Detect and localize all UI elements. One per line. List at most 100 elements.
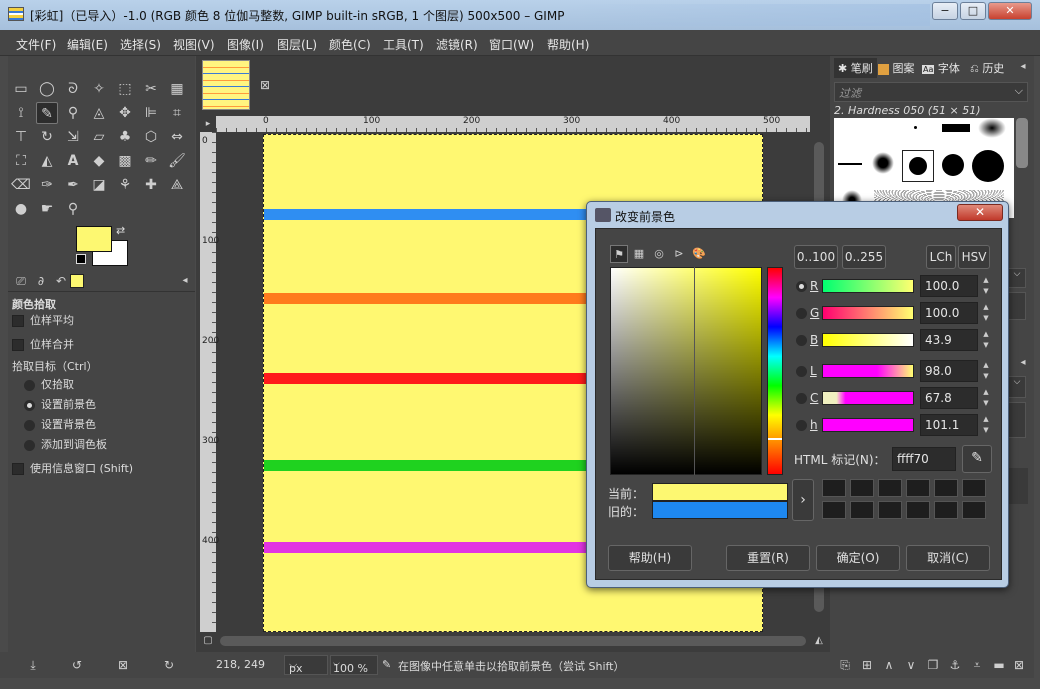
history-swatch[interactable] bbox=[962, 501, 986, 519]
unit-select[interactable]: px ⌵ bbox=[284, 655, 328, 675]
shear-icon[interactable]: ▱ bbox=[88, 126, 110, 148]
new-group-icon[interactable]: ⊞ bbox=[856, 654, 878, 676]
hue-strip[interactable] bbox=[767, 267, 783, 475]
history-swatch[interactable] bbox=[906, 501, 930, 519]
mask-layer-icon[interactable]: ▬ bbox=[988, 654, 1010, 676]
add-to-history-chevron-icon[interactable]: › bbox=[792, 479, 814, 521]
target-set-fg-radio[interactable]: 设置前景色 bbox=[24, 396, 96, 412]
channel-radio-r[interactable] bbox=[796, 281, 807, 292]
heal-icon[interactable]: ✚ bbox=[140, 174, 162, 196]
spin-arrows-icon[interactable]: ▲ ▼ bbox=[980, 329, 992, 351]
layers-dock-menu-icon[interactable]: ◂ bbox=[1012, 352, 1034, 374]
ellipse-select-icon[interactable]: ◯ bbox=[36, 78, 58, 100]
history-swatch[interactable] bbox=[850, 501, 874, 519]
duplicate-layer-icon[interactable]: ❐ bbox=[922, 654, 944, 676]
pencil-icon[interactable]: ✏ bbox=[140, 150, 162, 172]
target-add-palette-radio[interactable]: 添加到调色板 bbox=[24, 436, 107, 452]
scale-icon[interactable]: ⇲ bbox=[62, 126, 84, 148]
menu-select[interactable]: 选择(S) bbox=[120, 36, 161, 53]
perspective-icon[interactable]: ⬡ bbox=[140, 126, 162, 148]
measure-icon[interactable]: ◬ bbox=[88, 102, 110, 124]
tab-brushes[interactable]: ✱ 笔刷 bbox=[834, 58, 877, 78]
quick-mask-toggle-icon[interactable]: ▢ bbox=[200, 632, 216, 650]
history-swatch[interactable] bbox=[934, 501, 958, 519]
foreground-color-swatch[interactable] bbox=[76, 226, 112, 252]
gradient-icon[interactable]: ▩ bbox=[114, 150, 136, 172]
fuzzy-select-icon[interactable]: ✧ bbox=[88, 78, 110, 100]
save-preset-icon[interactable]: ⤓ bbox=[22, 654, 44, 676]
ok-button[interactable]: 确定(O) bbox=[816, 545, 900, 571]
cancel-button[interactable]: 取消(C) bbox=[906, 545, 990, 571]
channel-value-g[interactable]: 100.0 bbox=[920, 302, 978, 324]
menu-layer[interactable]: 图层(L) bbox=[277, 36, 317, 53]
range-100-button[interactable]: 0..100 bbox=[794, 245, 838, 269]
rect-select-icon[interactable]: ▭ bbox=[10, 78, 32, 100]
reset-button[interactable]: 重置(R) bbox=[726, 545, 810, 571]
channel-value-r[interactable]: 100.0 bbox=[920, 275, 978, 297]
channel-radio-l[interactable] bbox=[796, 366, 807, 377]
menu-view[interactable]: 视图(V) bbox=[173, 36, 215, 53]
select-by-color-icon[interactable]: ⬚ bbox=[114, 78, 136, 100]
menu-tools[interactable]: 工具(T) bbox=[383, 36, 424, 53]
history-swatch[interactable] bbox=[934, 479, 958, 497]
navigate-icon[interactable]: ◭ bbox=[810, 632, 828, 650]
channel-value-b[interactable]: 43.9 bbox=[920, 329, 978, 351]
spin-arrows-icon[interactable]: ▲ ▼ bbox=[980, 414, 992, 436]
clone-icon[interactable]: ⚘ bbox=[114, 174, 136, 196]
close-image-icon[interactable]: ⊠ bbox=[254, 74, 276, 96]
help-button[interactable]: 帮助(H) bbox=[608, 545, 692, 571]
flip-icon[interactable]: ⇔ bbox=[166, 126, 188, 148]
wheel-selector-icon[interactable]: ◎ bbox=[650, 245, 668, 263]
chevron-down-icon[interactable]: ⌵ bbox=[1015, 84, 1023, 98]
close-window-button[interactable]: ✕ bbox=[988, 2, 1032, 20]
target-set-bg-radio[interactable]: 设置背景色 bbox=[24, 416, 96, 432]
lch-button[interactable]: LCh bbox=[926, 245, 956, 269]
channel-slider-l[interactable] bbox=[822, 364, 914, 378]
html-notation-input[interactable]: ffff70 bbox=[892, 447, 956, 471]
image-thumbnail-tab[interactable] bbox=[202, 60, 250, 110]
scissors-icon[interactable]: ✂ bbox=[140, 78, 162, 100]
paths-icon[interactable]: ⟟ bbox=[10, 102, 32, 124]
reset-icon[interactable]: ↻ bbox=[158, 654, 180, 676]
horizontal-scrollbar[interactable] bbox=[216, 632, 810, 650]
zoom-select[interactable]: 100 % ⌵ bbox=[330, 655, 378, 675]
maximize-button[interactable]: □ bbox=[960, 2, 986, 20]
menu-help[interactable]: 帮助(H) bbox=[547, 36, 589, 53]
paint-bucket-icon[interactable]: ◆ bbox=[88, 150, 110, 172]
device-status-tab-icon[interactable]: ∂ bbox=[30, 270, 52, 292]
menu-windows[interactable]: 窗口(W) bbox=[489, 36, 534, 53]
delete-preset-icon[interactable]: ⊠ bbox=[112, 654, 134, 676]
paintbrush-icon[interactable]: 🖌 bbox=[166, 150, 188, 172]
menu-image[interactable]: 图像(I) bbox=[227, 36, 264, 53]
raise-layer-icon[interactable]: ∧ bbox=[878, 654, 900, 676]
channel-slider-h[interactable] bbox=[822, 418, 914, 432]
panel-menu-icon[interactable]: ◂ bbox=[174, 270, 196, 292]
channel-value-l[interactable]: 98.0 bbox=[920, 360, 978, 382]
history-swatch[interactable] bbox=[962, 479, 986, 497]
move-icon[interactable]: ✥ bbox=[114, 102, 136, 124]
new-layer-icon[interactable]: ⎘ bbox=[834, 654, 856, 676]
menu-file[interactable]: 文件(F) bbox=[16, 36, 56, 53]
cmyk-selector-icon[interactable]: ▦ bbox=[630, 245, 648, 263]
undo-history-tab-icon[interactable]: ↶ bbox=[50, 270, 72, 292]
channel-value-h[interactable]: 101.1 bbox=[920, 414, 978, 436]
horizontal-scroll-thumb[interactable] bbox=[220, 636, 806, 646]
range-255-button[interactable]: 0..255 bbox=[842, 245, 886, 269]
text-tool-icon[interactable]: A bbox=[62, 150, 84, 172]
smudge-icon[interactable]: ☛ bbox=[36, 198, 58, 220]
saturation-value-field[interactable] bbox=[610, 267, 762, 475]
tab-patterns[interactable]: 图案 bbox=[878, 60, 915, 76]
merge-layer-icon[interactable]: ⩡ bbox=[966, 654, 988, 676]
channel-radio-c[interactable] bbox=[796, 393, 807, 404]
crop-icon[interactable]: ⌗ bbox=[166, 102, 188, 124]
swap-colors-icon[interactable]: ⇄ bbox=[116, 224, 125, 237]
channel-slider-c[interactable] bbox=[822, 391, 914, 405]
history-swatch[interactable] bbox=[906, 479, 930, 497]
gimp-selector-icon[interactable]: ⚑ bbox=[610, 245, 628, 263]
channel-slider-r[interactable] bbox=[822, 279, 914, 293]
lower-layer-icon[interactable]: ∨ bbox=[900, 654, 922, 676]
channel-slider-b[interactable] bbox=[822, 333, 914, 347]
history-swatch[interactable] bbox=[822, 479, 846, 497]
channel-value-c[interactable]: 67.8 bbox=[920, 387, 978, 409]
history-swatch[interactable] bbox=[822, 501, 846, 519]
